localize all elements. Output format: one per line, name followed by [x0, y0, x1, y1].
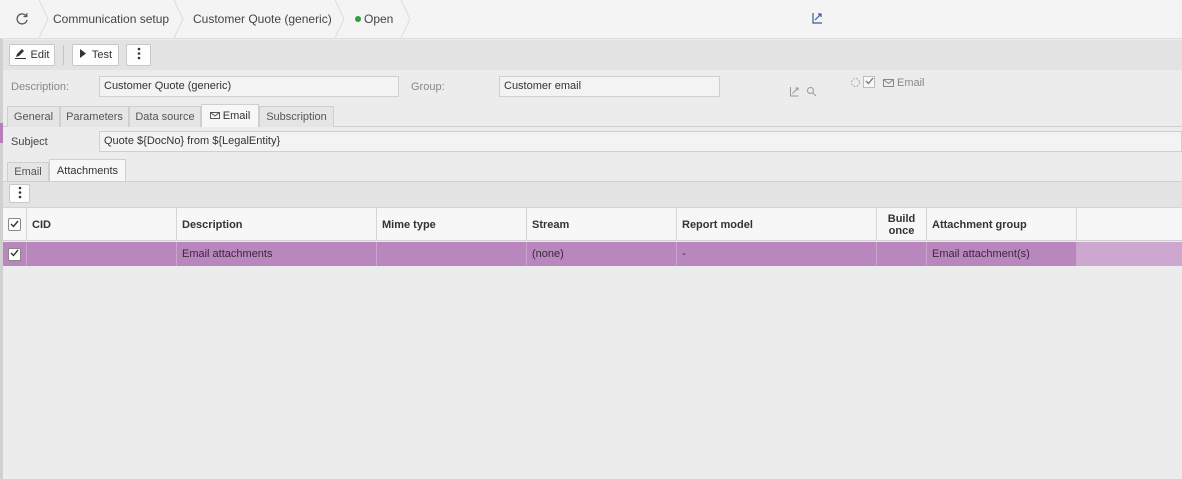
more-options-button[interactable] [126, 44, 151, 66]
cell-cid[interactable] [27, 242, 177, 266]
description-field[interactable]: Customer Quote (generic) [99, 76, 399, 97]
check-icon [10, 219, 19, 231]
test-button[interactable]: Test [72, 44, 119, 66]
select-all-cell [3, 208, 27, 241]
column-header-cid[interactable]: CID [27, 208, 177, 241]
toolbar [3, 40, 1182, 70]
subtab-attachments[interactable]: Attachments [49, 159, 126, 181]
row-select-checkbox[interactable] [8, 247, 21, 261]
column-header-build-once[interactable]: Build once [877, 208, 927, 241]
breadcrumb-item-customer-quote[interactable]: Customer Quote (generic) [193, 0, 332, 38]
tab-email-label: Email [222, 110, 251, 122]
breadcrumb-separator [38, 0, 50, 38]
column-header-report-model[interactable]: Report model [677, 208, 877, 241]
description-label: Description: [11, 81, 70, 93]
cell-stream[interactable]: (none) [527, 242, 677, 266]
cell-mime-type[interactable] [377, 242, 527, 266]
breadcrumb-separator [400, 0, 412, 38]
cell-report-model[interactable]: - [677, 242, 877, 266]
email-flag-checkbox[interactable] [863, 76, 875, 88]
toolbar-divider [63, 45, 64, 65]
column-header-attachment-group[interactable]: Attachment group [927, 208, 1077, 241]
edit-button[interactable]: Edit [9, 44, 55, 66]
tab-subscription[interactable]: Subscription [259, 106, 334, 127]
breadcrumb-item-communication-setup[interactable]: Communication setup [53, 0, 169, 38]
tab-data-source[interactable]: Data source [129, 106, 201, 127]
check-icon [10, 248, 19, 260]
grid-more-options-button[interactable] [9, 184, 30, 203]
more-vertical-icon [137, 47, 141, 63]
cell-attachment-group[interactable]: Email attachment(s) [927, 242, 1077, 266]
cell-build-once[interactable] [877, 242, 927, 266]
subject-label: Subject [11, 136, 48, 148]
group-field[interactable]: Customer email [499, 76, 720, 97]
search-icon[interactable] [806, 86, 817, 97]
edit-button-label: Edit [30, 49, 50, 61]
check-icon [865, 76, 874, 88]
row-select-cell [3, 242, 27, 266]
tab-email[interactable]: Email [201, 104, 259, 127]
select-all-checkbox[interactable] [8, 218, 21, 231]
subject-field[interactable]: Quote ${DocNo} from ${LegalEntity} [99, 131, 1182, 152]
table-row-filler [1077, 242, 1182, 266]
pencil-icon [14, 48, 26, 62]
tab-general[interactable]: General [7, 106, 60, 127]
group-label: Group: [411, 81, 445, 93]
grid-toolbar [3, 181, 1182, 207]
subtab-email[interactable]: Email [7, 162, 49, 181]
pin-icon[interactable] [811, 12, 823, 24]
column-header-mime-type[interactable]: Mime type [377, 208, 527, 241]
envelope-icon [883, 78, 894, 87]
play-icon [79, 49, 87, 61]
refresh-icon[interactable] [14, 11, 30, 27]
breadcrumb-separator [173, 0, 185, 38]
test-button-label: Test [91, 49, 113, 61]
status-dot [355, 16, 361, 22]
tab-parameters[interactable]: Parameters [60, 106, 129, 127]
radio-icon[interactable] [850, 77, 861, 88]
more-vertical-icon [18, 186, 22, 202]
column-header-description[interactable]: Description [177, 208, 377, 241]
breadcrumb-separator [334, 0, 346, 38]
email-flag-label: Email [897, 77, 925, 89]
subject-accent-bar [0, 123, 3, 143]
status-label: Open [364, 12, 394, 26]
cell-description[interactable]: Email attachments [177, 242, 377, 266]
column-header-stream[interactable]: Stream [527, 208, 677, 241]
pin-icon[interactable] [789, 86, 800, 97]
envelope-icon [209, 110, 220, 122]
